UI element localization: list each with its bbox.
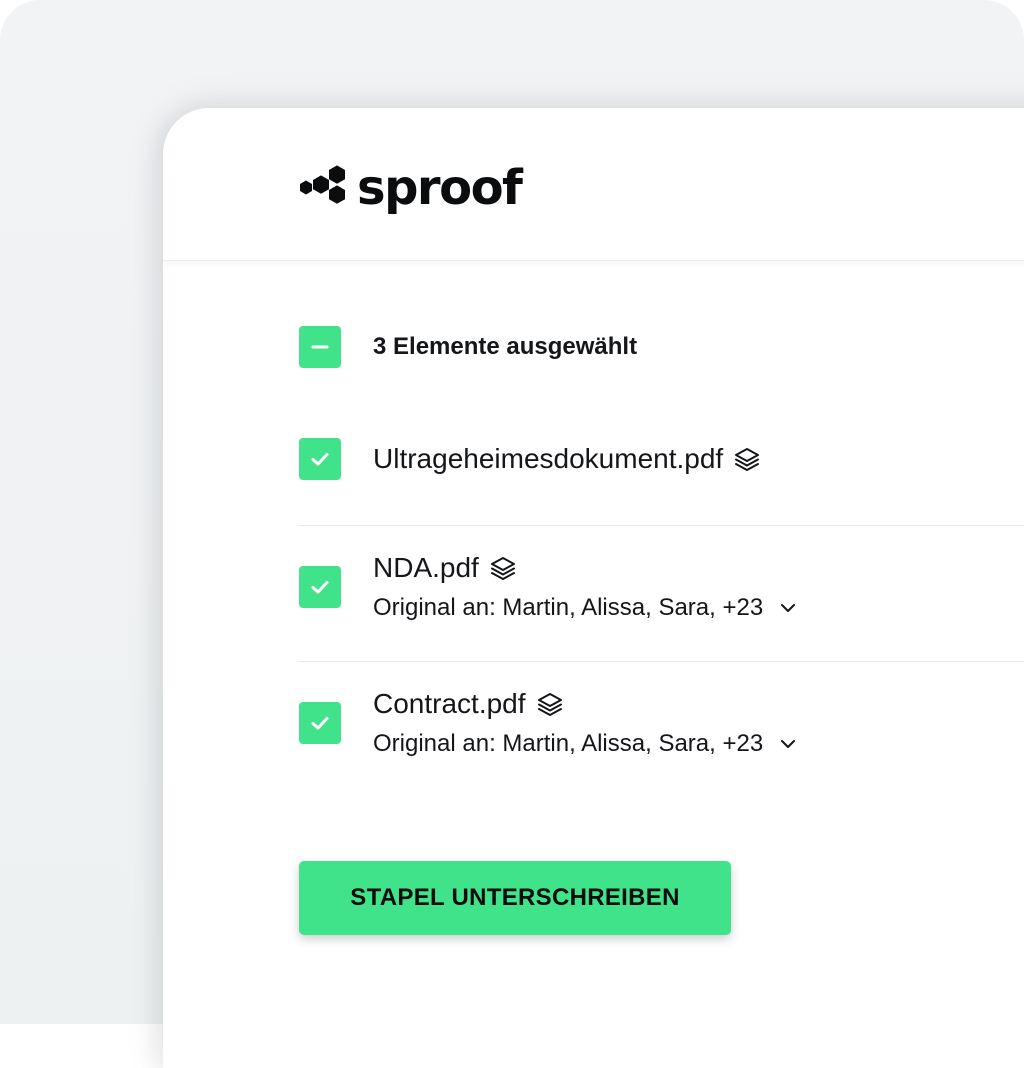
batch-sign-button[interactable]: STAPEL UNTERSCHREIBEN	[299, 861, 731, 935]
row-divider	[299, 525, 1024, 526]
document-name: Contract.pdf	[373, 688, 526, 719]
document-checkbox[interactable]	[299, 438, 341, 480]
document-title[interactable]: NDA.pdf	[373, 552, 797, 584]
recipients-dropdown[interactable]: Original an: Martin, Alissa, Sara, +23	[373, 594, 797, 622]
document-checkbox[interactable]	[299, 702, 341, 744]
chevron-down-icon	[781, 740, 796, 748]
hexagon-cluster-icon	[300, 165, 345, 204]
layers-icon	[537, 693, 562, 716]
app-window: sproof 3 Elemente ausgewählt Ultrageheim…	[163, 108, 1024, 1068]
document-row: Contract.pdf Original an: Martin, Alissa…	[299, 688, 797, 758]
checkmark-icon	[311, 453, 329, 466]
checkmark-icon	[311, 581, 329, 594]
document-checkbox[interactable]	[299, 566, 341, 608]
document-name: NDA.pdf	[373, 552, 479, 583]
minus-icon	[311, 345, 329, 349]
document-info: Ultrageheimesdokument.pdf	[373, 443, 761, 475]
document-row: NDA.pdf Original an: Martin, Alissa, Sar…	[299, 552, 797, 622]
chevron-down-icon	[781, 604, 796, 612]
selection-count-label: 3 Elemente ausgewählt	[373, 333, 638, 360]
recipients-label: Original an: Martin, Alissa, Sara, +23	[373, 730, 764, 757]
recipients-dropdown[interactable]: Original an: Martin, Alissa, Sara, +23	[373, 730, 797, 758]
document-info: Contract.pdf Original an: Martin, Alissa…	[373, 688, 797, 758]
brand-name: sproof	[357, 160, 523, 216]
app-header: sproof	[163, 108, 1024, 261]
document-title[interactable]: Contract.pdf	[373, 688, 797, 720]
document-title[interactable]: Ultrageheimesdokument.pdf	[373, 443, 761, 475]
layers-icon	[735, 448, 760, 471]
brand-logo[interactable]: sproof	[299, 160, 523, 220]
checkmark-icon	[311, 717, 329, 730]
select-all-row: 3 Elemente ausgewählt	[299, 326, 637, 368]
row-divider	[299, 661, 1024, 662]
layers-icon	[490, 557, 515, 580]
document-info: NDA.pdf Original an: Martin, Alissa, Sar…	[373, 552, 797, 622]
document-name: Ultrageheimesdokument.pdf	[373, 443, 724, 474]
recipients-label: Original an: Martin, Alissa, Sara, +23	[373, 594, 764, 621]
select-all-checkbox[interactable]	[299, 326, 341, 368]
document-row: Ultrageheimesdokument.pdf	[299, 438, 761, 480]
